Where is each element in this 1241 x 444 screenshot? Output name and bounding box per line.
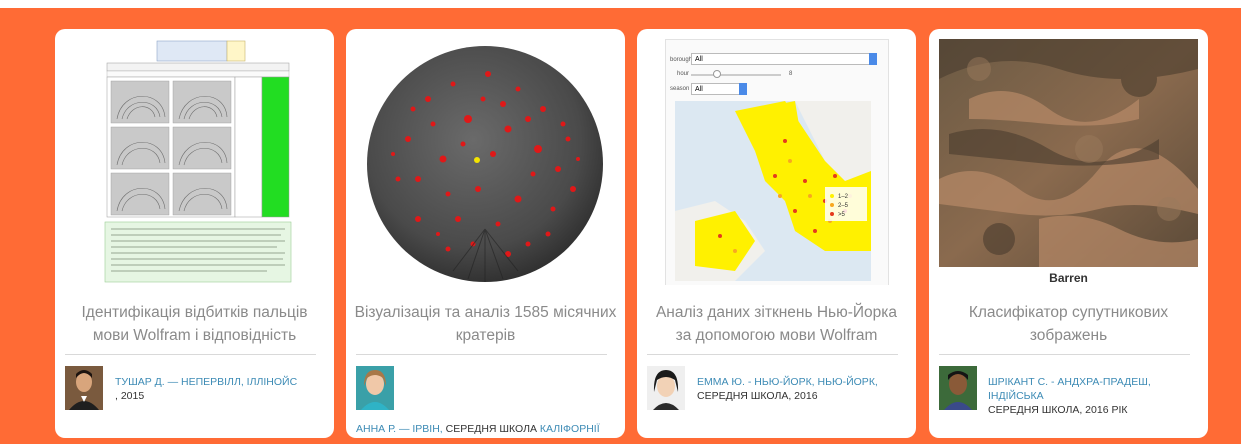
author-details: , 2015: [115, 390, 145, 402]
legend-label: 1–2: [838, 194, 849, 200]
borough-select[interactable]: All: [691, 53, 877, 65]
borough-label: borough: [670, 57, 693, 63]
author-credit: ШРІКАНТ С. - АНДХРА-ПРАДЕШ, ІНДІЙСЬКА СЕ…: [988, 375, 1202, 417]
project-title-line[interactable]: за допомогою мови Wolfram: [676, 327, 878, 344]
avatar: [647, 366, 685, 410]
season-label: season: [670, 86, 690, 92]
project-title[interactable]: Аналіз даних зіткнень Нью-Йорка за допом…: [645, 301, 908, 347]
borough-value: All: [695, 56, 703, 63]
author-details: СЕРЕДНЯ ШКОЛА, 2016: [697, 390, 818, 402]
project-card-satellite-classifier[interactable]: Barren Класифікатор супутникових зображе…: [929, 29, 1208, 438]
project-title[interactable]: Візуалізація та аналіз 1585 місячних кра…: [354, 301, 617, 347]
divider: [647, 354, 898, 355]
project-title-line[interactable]: Візуалізація та аналіз 1585 місячних: [355, 304, 617, 321]
legend-label: >5: [838, 212, 846, 218]
project-card-nyc-collisions[interactable]: borough All hour 8 season All 1–2 2–5 >5…: [637, 29, 916, 438]
dropdown-arrow-icon: [739, 83, 747, 95]
legend-label: 2–5: [838, 203, 849, 209]
author-details: СЕРЕДНЯ ШКОЛА, 2016 РІК: [988, 404, 1128, 416]
project-card-moon-craters[interactable]: Візуалізація та аналіз 1585 місячних кра…: [346, 29, 625, 438]
project-title-line[interactable]: зображень: [1030, 327, 1107, 344]
divider: [356, 354, 607, 355]
avatar: [65, 366, 103, 410]
hour-value: 8: [789, 71, 793, 77]
author-details: СЕРЕДНЯ ШКОЛА: [442, 423, 540, 435]
divider: [939, 354, 1190, 355]
image-class-label: Barren: [1049, 271, 1088, 285]
project-card-fingerprint[interactable]: Ідентифікація відбитків пальців мови Wol…: [55, 29, 334, 438]
author-name-link[interactable]: ТУШАР Д. — НЕПЕРВІЛЛ, ІЛЛІНОЙС: [115, 376, 297, 388]
avatar: [356, 366, 394, 410]
author-name-link[interactable]: АННА Р. — ІРВІН,: [356, 423, 443, 435]
author-credit: АННА Р. — ІРВІН, СЕРЕДНЯ ШКОЛА КАЛІФОРНІ…: [356, 422, 619, 436]
project-title-line[interactable]: Класифікатор супутникових: [969, 304, 1168, 321]
author-school-link[interactable]: КАЛІФОРНІЇ: [540, 423, 600, 435]
slider-handle[interactable]: [713, 70, 721, 78]
hour-label: hour: [677, 71, 690, 77]
nyc-collision-map-image[interactable]: borough All hour 8 season All 1–2 2–5 >5: [665, 39, 889, 285]
season-value: All: [695, 86, 703, 93]
project-title-line[interactable]: Аналіз даних зіткнень Нью-Йорка: [656, 304, 897, 321]
author-credit: ЕММА Ю. - НЬЮ-ЙОРК, НЬЮ-ЙОРК, СЕРЕДНЯ ШК…: [697, 375, 910, 403]
author-credit: ТУШАР Д. — НЕПЕРВІЛЛ, ІЛЛІНОЙС , 2015: [115, 375, 328, 403]
nyc-map: 1–2 2–5 >5: [675, 101, 871, 281]
project-title-line[interactable]: мови Wolfram і відповідність: [93, 327, 296, 344]
project-title[interactable]: Класифікатор супутникових зображень: [937, 301, 1200, 347]
project-title[interactable]: Ідентифікація відбитків пальців мови Wol…: [63, 301, 326, 347]
avatar: [939, 366, 977, 410]
project-title-line[interactable]: кратерів: [456, 327, 516, 344]
satellite-terrain-image[interactable]: Barren: [939, 39, 1198, 285]
hour-slider[interactable]: [691, 74, 781, 76]
project-title-line[interactable]: Ідентифікація відбитків пальців: [81, 304, 307, 321]
dropdown-arrow-icon: [869, 53, 877, 65]
author-name-link[interactable]: ЕММА Ю. - НЬЮ-ЙОРК, НЬЮ-ЙОРК,: [697, 376, 878, 388]
fingerprint-table-image[interactable]: [67, 39, 322, 285]
moon-craters-image[interactable]: [358, 39, 613, 285]
divider: [65, 354, 316, 355]
author-name-link[interactable]: ШРІКАНТ С. - АНДХРА-ПРАДЕШ, ІНДІЙСЬКА: [988, 376, 1151, 402]
